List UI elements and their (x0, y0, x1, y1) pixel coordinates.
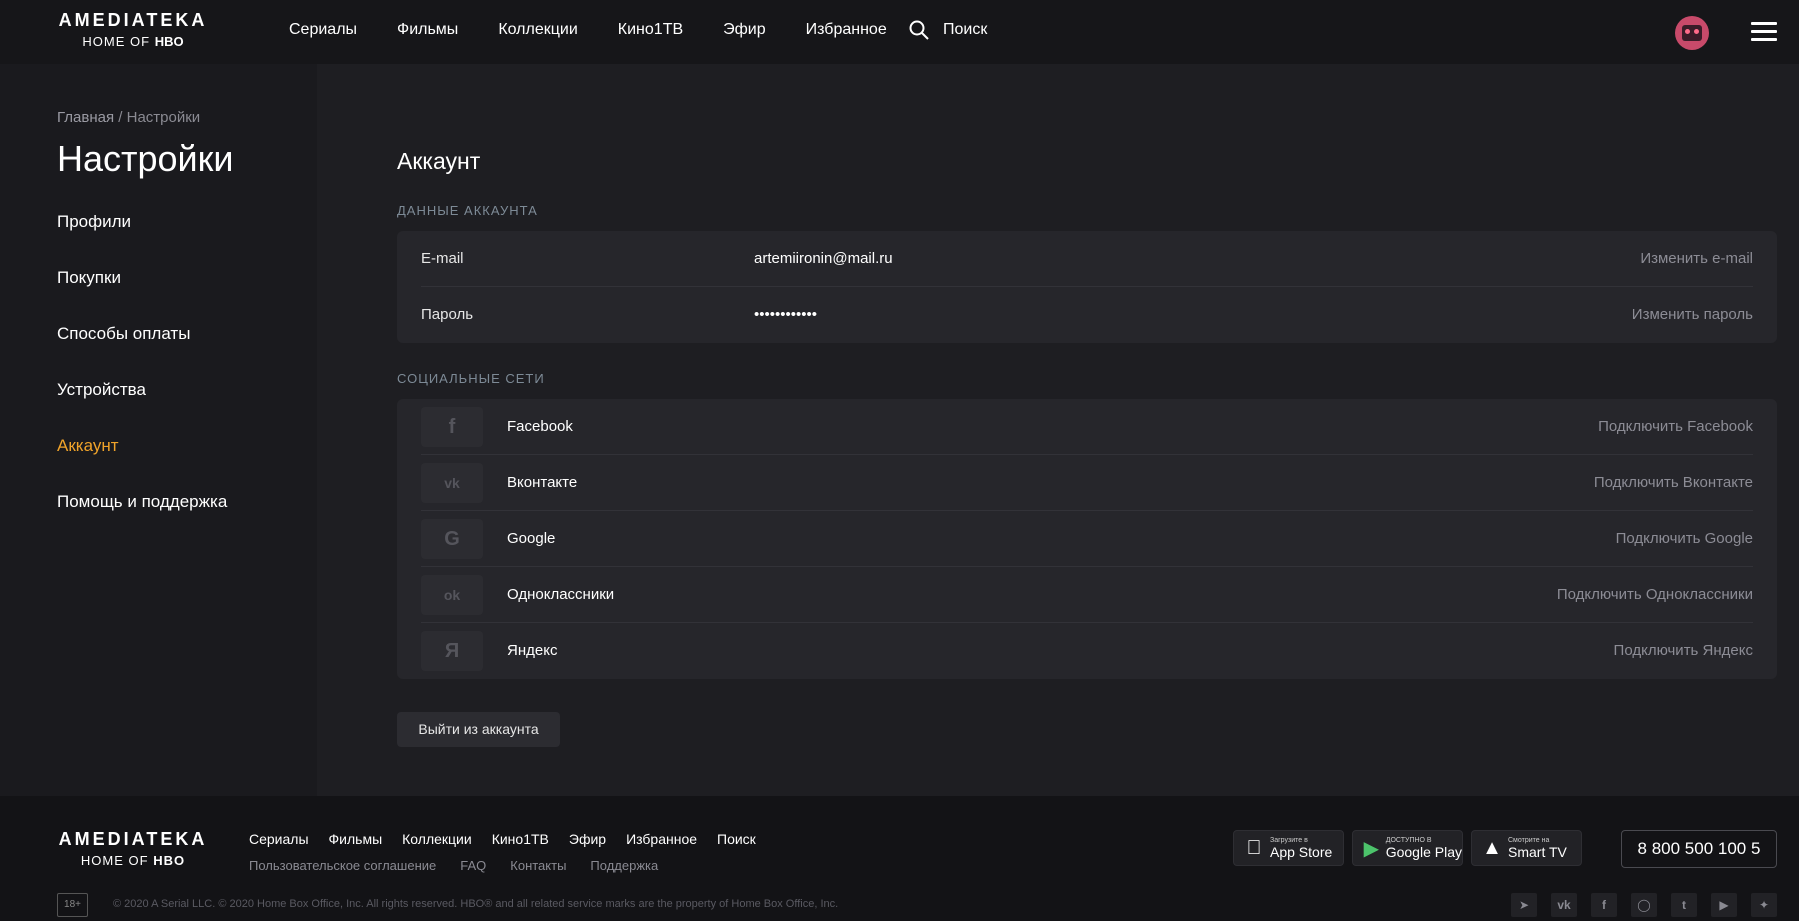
smart-tv-button[interactable]: ▲ Смотрите на Smart TV (1471, 830, 1582, 866)
footer-logo[interactable]: AMEDIATEKA HOME OF HBO (57, 829, 209, 869)
amediateka-logo[interactable]: AMEDIATEKA HOME OF HBO (57, 10, 209, 50)
instagram-icon[interactable]: ◯ (1631, 893, 1657, 917)
avatar[interactable] (1675, 16, 1709, 50)
vk-icon: vk (421, 463, 483, 503)
nav-item-collections[interactable]: Коллекции (498, 21, 577, 39)
logo-tagline: HOME OF HBO (82, 34, 184, 49)
connect-odnoklassniki-link[interactable]: Подключить Одноклассники (1557, 586, 1753, 603)
footer-link-live[interactable]: Эфир (569, 831, 606, 847)
youtube-icon[interactable]: ▶ (1711, 893, 1737, 917)
account-data-label: ДАННЫЕ АККАУНТА (397, 203, 538, 218)
app-store-button[interactable]:  Загрузите вApp Store (1233, 830, 1344, 866)
google-play-icon: ▶ (1363, 837, 1380, 860)
facebook-icon[interactable]: f (1591, 893, 1617, 917)
sidebar-item-devices[interactable]: Устройства (57, 378, 227, 434)
vk-icon[interactable]: vk (1551, 893, 1577, 917)
footer-link-kino1tv[interactable]: Кино1ТВ (492, 831, 549, 847)
age-rating-badge: 18+ (57, 893, 88, 917)
password-row: Пароль •••••••••••• Изменить пароль (421, 287, 1753, 343)
search-label: Поиск (943, 21, 988, 38)
nav-item-favorites[interactable]: Избранное (806, 21, 887, 39)
connect-vk-link[interactable]: Подключить Вконтакте (1594, 474, 1753, 491)
logout-button[interactable]: Выйти из аккаунта (397, 712, 560, 747)
email-row: E-mail artemiironin@mail.ru Изменить e-m… (421, 231, 1753, 287)
breadcrumb-current: Настройки (126, 109, 201, 126)
smart-tv-icon: ▲ (1482, 836, 1502, 859)
footer-link-films[interactable]: Фильмы (329, 831, 383, 847)
social-name: Яндекс (507, 642, 558, 659)
odnoklassniki-icon: ok (421, 575, 483, 615)
nav-item-live[interactable]: Эфир (723, 21, 766, 39)
social-row-yandex: Я Яндекс Подключить Яндекс (421, 623, 1753, 679)
footer-link-faq[interactable]: FAQ (460, 858, 486, 873)
sidebar-item-payment-methods[interactable]: Способы оплаты (57, 322, 227, 378)
social-name: Вконтакте (507, 474, 578, 491)
sidebar-item-account[interactable]: Аккаунт (57, 434, 227, 490)
nav-item-films[interactable]: Фильмы (397, 21, 458, 39)
footer-link-terms[interactable]: Пользовательское соглашение (249, 858, 436, 873)
menu-icon[interactable] (1751, 22, 1777, 42)
search-button[interactable]: Поиск (909, 20, 987, 40)
sidebar-item-help[interactable]: Помощь и поддержка (57, 490, 227, 546)
page-title: Настройки (57, 138, 234, 179)
footer-link-support[interactable]: Поддержка (590, 858, 658, 873)
nav-item-kino1tv[interactable]: Кино1ТВ (618, 21, 683, 39)
connect-yandex-link[interactable]: Подключить Яндекс (1614, 642, 1753, 659)
google-icon: G (421, 519, 483, 559)
footer-link-series[interactable]: Сериалы (249, 831, 309, 847)
footer-link-collections[interactable]: Коллекции (402, 831, 472, 847)
email-label: E-mail (421, 250, 464, 267)
footer-logo-wordmark: AMEDIATEKA (58, 829, 208, 849)
account-data-card: E-mail artemiironin@mail.ru Изменить e-m… (397, 231, 1777, 343)
footer-secondary-nav: Пользовательское соглашение FAQ Контакты… (249, 858, 682, 873)
footer-nav: Сериалы Фильмы Коллекции Кино1ТВ Эфир Из… (249, 831, 776, 847)
footer-link-favorites[interactable]: Избранное (626, 831, 697, 847)
breadcrumb-home[interactable]: Главная (57, 109, 114, 126)
password-value: •••••••••••• (754, 306, 818, 323)
footer: AMEDIATEKA HOME OF HBO Сериалы Фильмы Ко… (0, 796, 1799, 921)
settings-menu: Профили Покупки Способы оплаты Устройств… (57, 210, 227, 546)
breadcrumb-separator: / (118, 109, 123, 126)
social-name: Одноклассники (507, 586, 615, 603)
social-networks-card: f Facebook Подключить Facebook vk Вконта… (397, 399, 1777, 679)
search-icon (909, 20, 929, 40)
top-header: AMEDIATEKA HOME OF HBO Сериалы Фильмы Ко… (0, 0, 1799, 64)
connect-facebook-link[interactable]: Подключить Facebook (1598, 418, 1753, 435)
footer-logo-tagline: HOME OF HBO (80, 853, 186, 868)
social-networks-label: СОЦИАЛЬНЫЕ СЕТИ (397, 371, 545, 386)
yandex-icon: Я (421, 631, 483, 671)
sidebar-item-profiles[interactable]: Профили (57, 210, 227, 266)
connect-google-link[interactable]: Подключить Google (1616, 530, 1753, 547)
section-title: Аккаунт (397, 148, 481, 174)
avatar-robot-icon (1682, 25, 1702, 41)
social-links: ➤ vk f ◯ t ▶ ✦ (1511, 893, 1777, 917)
password-label: Пароль (421, 306, 474, 323)
change-email-link[interactable]: Изменить e-mail (1640, 250, 1753, 267)
footer-link-search[interactable]: Поиск (717, 831, 756, 847)
social-row-google: G Google Подключить Google (421, 511, 1753, 567)
email-value: artemiironin@mail.ru (754, 250, 893, 267)
social-name: Facebook (507, 418, 573, 435)
social-row-facebook: f Facebook Подключить Facebook (421, 399, 1753, 455)
main-nav: Сериалы Фильмы Коллекции Кино1ТВ Эфир Из… (289, 21, 927, 39)
phone-number[interactable]: 8 800 500 100 5 (1621, 830, 1777, 868)
nav-item-series[interactable]: Сериалы (289, 21, 357, 39)
social-name: Google (507, 530, 556, 547)
sparkle-icon[interactable]: ✦ (1751, 893, 1777, 917)
change-password-link[interactable]: Изменить пароль (1632, 306, 1753, 323)
telegram-icon[interactable]: ➤ (1511, 893, 1537, 917)
logo-wordmark: AMEDIATEKA (58, 10, 208, 30)
social-row-odnoklassniki: ok Одноклассники Подключить Одноклассник… (421, 567, 1753, 623)
copyright-text: © 2020 A Serial LLC. © 2020 Home Box Off… (113, 898, 839, 910)
apple-icon:  (1244, 837, 1264, 860)
sidebar-item-purchases[interactable]: Покупки (57, 266, 227, 322)
facebook-icon: f (421, 407, 483, 447)
footer-link-contacts[interactable]: Контакты (510, 858, 566, 873)
twitter-icon[interactable]: t (1671, 893, 1697, 917)
social-row-vk: vk Вконтакте Подключить Вконтакте (421, 455, 1753, 511)
app-store-badges:  Загрузите вApp Store ▶ ДОСТУПНО ВGoogl… (1233, 830, 1582, 866)
breadcrumb: Главная / Настройки (57, 109, 200, 126)
google-play-button[interactable]: ▶ ДОСТУПНО В Google Play (1352, 830, 1463, 866)
